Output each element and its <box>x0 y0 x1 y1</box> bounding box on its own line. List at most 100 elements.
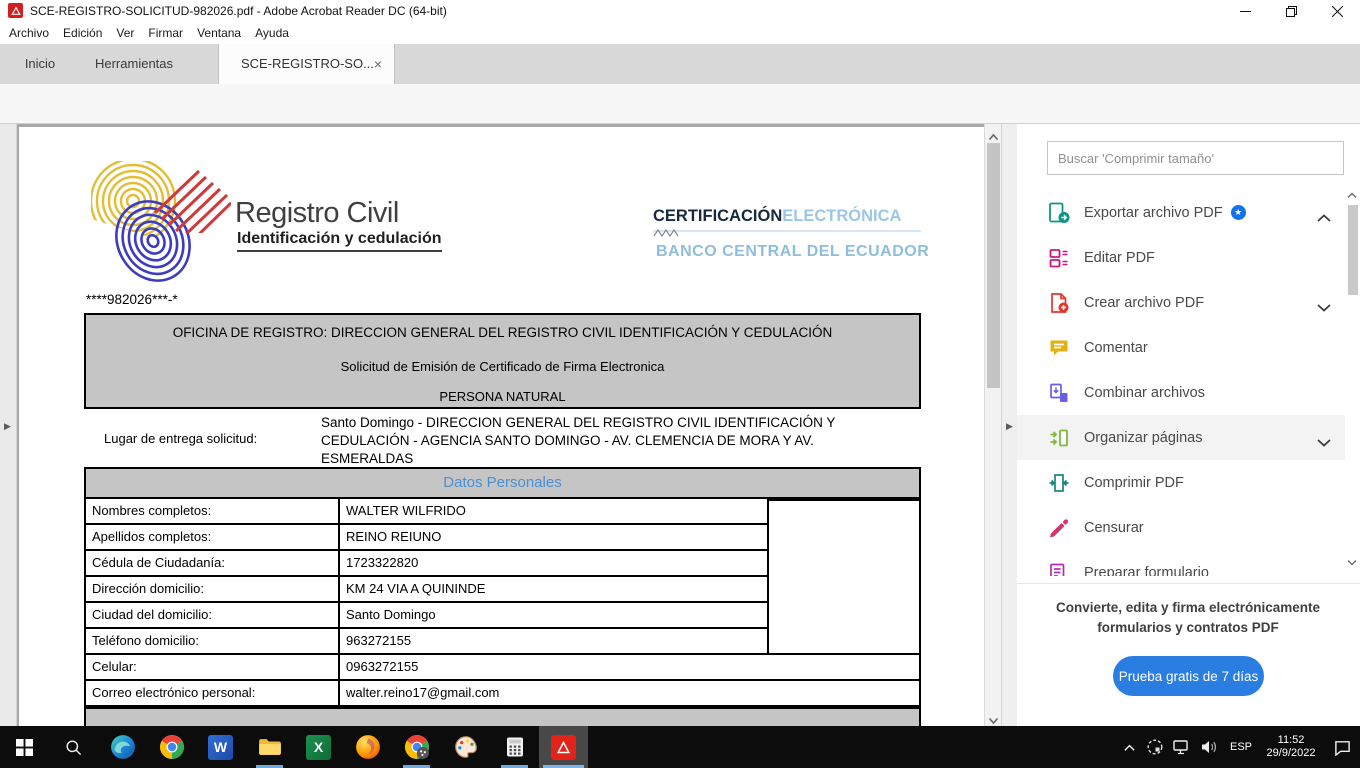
tab-inicio[interactable]: Inicio <box>10 44 70 84</box>
acrobat-window: SCE-REGISTRO-SOLICITUD-982026.pdf - Adob… <box>0 0 1360 768</box>
tool-export-pdf[interactable]: Exportar archivo PDF ★ <box>1017 190 1345 235</box>
panel-scroll-up-icon[interactable] <box>1346 186 1358 204</box>
table-row: Correo electrónico personal: walter.rein… <box>84 681 921 707</box>
panel-divider <box>1017 583 1360 584</box>
cert-logo-rule <box>653 230 921 232</box>
tool-create-pdf[interactable]: Crear archivo PDF <box>1017 280 1345 325</box>
taskbar-paint-icon[interactable] <box>441 726 490 768</box>
prepare-form-icon <box>1047 561 1071 577</box>
menu-ventana[interactable]: Ventana <box>190 22 248 44</box>
menu-bar: Archivo Edición Ver Firmar Ventana Ayuda <box>0 22 1360 44</box>
tool-redact[interactable]: Censurar <box>1017 505 1345 550</box>
create-pdf-icon <box>1047 291 1071 315</box>
tool-label: Organizar páginas <box>1084 430 1203 446</box>
taskbar-firefox-icon[interactable] <box>343 726 392 768</box>
restore-button[interactable] <box>1268 0 1314 22</box>
delivery-line-3: ESMERALDAS <box>321 450 835 468</box>
network-icon[interactable] <box>1168 726 1196 768</box>
photo-box <box>767 499 921 655</box>
chevron-down-icon[interactable] <box>1317 434 1331 452</box>
tool-label: Exportar archivo PDF <box>1084 205 1223 221</box>
taskbar-search-icon[interactable] <box>49 726 98 768</box>
panel-scroll-down-icon[interactable] <box>1346 554 1358 572</box>
menu-edicion[interactable]: Edición <box>56 22 109 44</box>
taskbar-file-explorer-icon[interactable] <box>245 726 294 768</box>
chevron-down-icon[interactable] <box>1317 299 1331 317</box>
tool-comment[interactable]: Comentar <box>1017 325 1345 370</box>
cert-logo-title: CERTIFICACIÓNELECTRÓNICA <box>653 207 901 226</box>
minimize-button[interactable] <box>1222 0 1268 22</box>
action-center-icon[interactable] <box>1324 726 1360 768</box>
document-scrollbar[interactable] <box>984 124 1001 726</box>
collapse-tools-panel-icon[interactable]: ▶ <box>1006 421 1013 431</box>
taskbar-excel-icon[interactable]: X <box>294 726 343 768</box>
taskbar-chrome-icon[interactable] <box>147 726 196 768</box>
tray-time: 11:52 <box>1258 734 1324 747</box>
menu-ayuda[interactable]: Ayuda <box>248 22 296 44</box>
field-label: Nombres completos: <box>86 499 338 523</box>
cert-word-dark: CERTIFICACIÓN <box>653 207 782 225</box>
tool-label: Censurar <box>1084 520 1144 536</box>
tools-search-input[interactable] <box>1047 141 1344 175</box>
taskbar-chrome-profile-icon[interactable] <box>392 726 441 768</box>
left-panel-strip: ▶ <box>0 124 17 726</box>
chevron-up-icon[interactable] <box>1317 209 1331 227</box>
taskbar-edge-icon[interactable] <box>98 726 147 768</box>
language-indicator[interactable]: ESP <box>1224 726 1258 768</box>
tab-herramientas[interactable]: Herramientas <box>78 44 190 84</box>
main-toolbar: ☆ / 1 106% <box>0 84 1360 124</box>
office-header-box: OFICINA DE REGISTRO: DIRECCION GENERAL D… <box>84 313 921 409</box>
scrollbar-thumb[interactable] <box>987 143 1000 388</box>
field-label: Ciudad del domicilio: <box>86 603 338 627</box>
field-value: Santo Domingo <box>338 603 767 627</box>
tool-label: Comentar <box>1084 340 1148 356</box>
edit-pdf-icon <box>1047 246 1071 270</box>
table-row: Celular: 0963272155 <box>84 655 921 681</box>
tool-organize-pages[interactable]: Organizar páginas <box>1017 415 1345 460</box>
header-line-2: Solicitud de Emisión de Certificado de F… <box>86 359 919 374</box>
tool-compress-pdf[interactable]: Comprimir PDF <box>1017 460 1345 505</box>
delivery-line-2: CEDULACIÓN - AGENCIA SANTO DOMINGO - AV.… <box>321 432 835 450</box>
pdf-page: Registro Civil Identificación y cedulaci… <box>19 127 984 726</box>
promo-line-1: Convierte, edita y firma electrónicament… <box>1038 598 1338 618</box>
cert-word-light: ELECTRÓNICA <box>782 207 901 225</box>
taskbar-calculator-icon[interactable] <box>490 726 539 768</box>
tray-app-icon[interactable] <box>1142 726 1168 768</box>
menu-archivo[interactable]: Archivo <box>2 22 56 44</box>
tray-chevron-up-icon[interactable] <box>1116 726 1142 768</box>
free-trial-button[interactable]: Prueba gratis de 7 días <box>1113 656 1264 696</box>
comment-icon <box>1047 336 1071 360</box>
header-line-3: PERSONA NATURAL <box>86 389 919 404</box>
tool-edit-pdf[interactable]: Editar PDF <box>1017 235 1345 280</box>
tool-label: Preparar formulario <box>1084 565 1209 577</box>
cert-logo-bank: BANCO CENTRAL DEL ECUADOR <box>656 243 929 261</box>
expand-left-panel-icon[interactable]: ▶ <box>4 421 11 431</box>
menu-firmar[interactable]: Firmar <box>141 22 190 44</box>
premium-star-icon: ★ <box>1231 205 1246 220</box>
table-row: Teléfono domicilio: 963272155 <box>84 629 769 655</box>
tool-combine-files[interactable]: Combinar archivos <box>1017 370 1345 415</box>
tool-label: Combinar archivos <box>1084 385 1205 401</box>
panel-scrollbar-thumb[interactable] <box>1348 205 1358 295</box>
delivery-line-1: Santo Domingo - DIRECCION GENERAL DEL RE… <box>321 414 835 432</box>
logo-title: Registro Civil <box>235 197 399 230</box>
tab-document[interactable]: SCE-REGISTRO-SO... × <box>218 44 395 84</box>
taskbar-word-icon[interactable]: W <box>196 726 245 768</box>
delivery-value: Santo Domingo - DIRECCION GENERAL DEL RE… <box>321 414 835 468</box>
close-button[interactable] <box>1314 0 1360 22</box>
combine-files-icon <box>1047 381 1071 405</box>
tab-close-icon[interactable]: × <box>374 44 382 84</box>
promo-text: Convierte, edita y firma electrónicament… <box>1038 598 1338 638</box>
tool-label: Crear archivo PDF <box>1084 295 1204 311</box>
start-button[interactable] <box>0 726 49 768</box>
taskbar-acrobat-icon[interactable] <box>539 726 588 768</box>
tool-prepare-form[interactable]: Preparar formulario <box>1017 550 1345 576</box>
volume-icon[interactable] <box>1196 726 1224 768</box>
field-label: Teléfono domicilio: <box>86 629 338 653</box>
clock[interactable]: 11:52 29/9/2022 <box>1258 726 1324 768</box>
next-section-bar <box>84 707 921 726</box>
cert-logo-squiggle-icon <box>653 228 687 238</box>
registro-civil-fingerprint-logo <box>91 161 233 287</box>
menu-ver[interactable]: Ver <box>109 22 141 44</box>
title-bar: SCE-REGISTRO-SOLICITUD-982026.pdf - Adob… <box>0 0 1360 22</box>
